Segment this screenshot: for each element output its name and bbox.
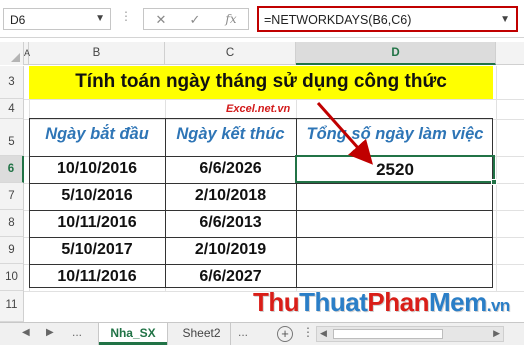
sheet-tab-bar: ◀ ▶ ... Nha_SX Sheet2 ... + ⋮ ◀ ▶: [0, 322, 524, 345]
scroll-tabs-left-icon[interactable]: ◀: [22, 327, 30, 338]
tab-sheet2[interactable]: Sheet2: [173, 323, 231, 345]
scroll-thumb[interactable]: [333, 329, 443, 339]
more-tabs-icon[interactable]: ...: [72, 325, 82, 339]
tab-nha-sx[interactable]: Nha_SX: [99, 323, 167, 345]
brand-watermark: ThuThuatPhanMem.vn: [253, 287, 510, 317]
add-sheet-button[interactable]: +: [277, 326, 293, 342]
horizontal-scrollbar[interactable]: ◀ ▶: [316, 326, 504, 342]
more-tabs-right-icon[interactable]: ...: [238, 325, 248, 339]
split-handle-icon[interactable]: ⋮: [302, 325, 314, 339]
scroll-tabs-right-icon[interactable]: ▶: [46, 327, 54, 338]
scroll-right-icon[interactable]: ▶: [493, 328, 500, 339]
scroll-left-icon[interactable]: ◀: [320, 328, 327, 339]
